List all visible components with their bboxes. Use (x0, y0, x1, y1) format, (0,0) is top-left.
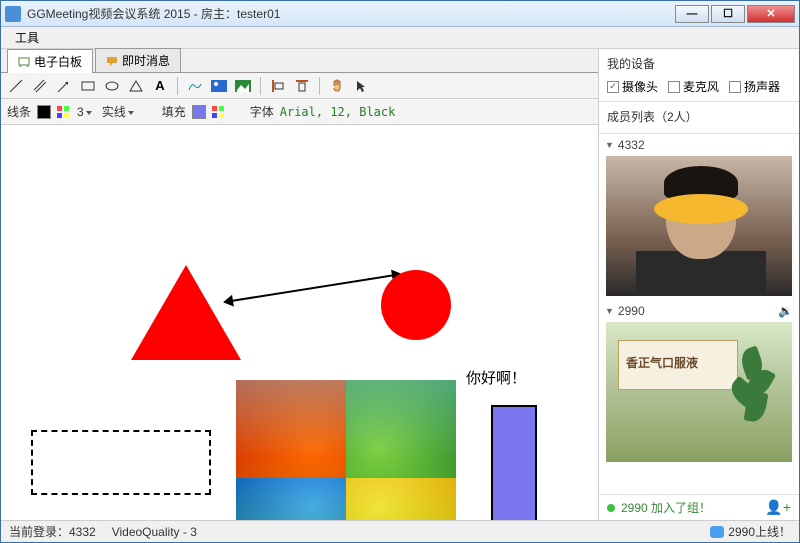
video-feed-2[interactable]: 香正气口服液 (606, 322, 792, 462)
separator (260, 77, 261, 95)
tab-whiteboard-label: 电子白板 (34, 53, 82, 70)
line-style-dropdown[interactable]: 实线 (100, 103, 136, 120)
fill-label: 填充 (162, 103, 186, 120)
member-row-1[interactable]: ▼ 4332 (599, 134, 799, 156)
tool-arrow[interactable] (55, 77, 73, 95)
whiteboard-icon (18, 56, 30, 68)
mic-indicator-icon: 🔉 (778, 304, 793, 318)
tool-hand[interactable] (328, 77, 346, 95)
tab-whiteboard[interactable]: 电子白板 (7, 49, 93, 73)
app-icon (5, 6, 21, 22)
collapse-icon: ▼ (605, 140, 614, 150)
text-hello[interactable]: 你好啊！ (466, 367, 526, 388)
tool-image-blue[interactable] (210, 77, 228, 95)
tool-ellipse[interactable] (103, 77, 121, 95)
menubar: 工具 (1, 27, 799, 49)
status-login: 当前登录：4332 (9, 523, 96, 540)
titlebar-text: GGMeeting视频会议系统 2015 - 房主：tester01 (27, 5, 673, 22)
left-pane: 电子白板 即时消息 A (1, 49, 599, 520)
separator (177, 77, 178, 95)
toolbar-shapes: A (1, 73, 598, 99)
maximize-button[interactable]: ☐ (711, 5, 745, 23)
tool-align-left[interactable] (269, 77, 287, 95)
members-section-header: 成员列表（2人） (599, 102, 799, 134)
font-label: 字体 (250, 103, 274, 120)
tool-pointer[interactable] (352, 77, 370, 95)
shape-arrow[interactable] (231, 274, 394, 302)
separator (319, 77, 320, 95)
toolbar-style: 线条 3 实线 填充 字体 Arial, 12, Black (1, 99, 598, 125)
tool-triangle[interactable] (127, 77, 145, 95)
fill-color-swatch[interactable] (192, 105, 206, 119)
tab-chat-label: 即时消息 (122, 52, 170, 69)
add-user-icon[interactable]: 👤+ (765, 499, 791, 516)
shape-filled-rect[interactable] (491, 405, 537, 520)
video2-box-text: 香正气口服液 (626, 354, 698, 371)
tool-line[interactable] (7, 77, 25, 95)
devices-section: 我的设备 ✓摄像头 麦克风 扬声器 (599, 49, 799, 102)
member-row-2[interactable]: ▼ 2990 🔉 (599, 300, 799, 322)
fill-grid-icon[interactable] (212, 106, 224, 118)
line-width-dropdown[interactable]: 3 (75, 105, 94, 119)
tool-align-top[interactable] (293, 77, 311, 95)
notify-join-text: 2990 加入了组！ (621, 499, 711, 516)
line-grid-icon[interactable] (57, 106, 69, 118)
image-windows-logo[interactable] (236, 380, 456, 520)
line-label: 线条 (7, 103, 31, 120)
status-video-quality: VideoQuality - 3 (112, 525, 197, 539)
titlebar[interactable]: GGMeeting视频会议系统 2015 - 房主：tester01 — ☐ ✕ (1, 1, 799, 27)
tool-freehand[interactable] (186, 77, 204, 95)
devices-title: 我的设备 (607, 55, 791, 72)
member-name: 2990 (618, 304, 645, 318)
tool-image-green[interactable] (234, 77, 252, 95)
members-title: 成员列表（2人） (607, 108, 791, 125)
status-dot-icon (607, 504, 615, 512)
checkbox-speaker[interactable]: 扬声器 (729, 78, 780, 95)
tool-rect[interactable] (79, 77, 97, 95)
chat-icon (106, 55, 118, 67)
status-online: 2990上线！ (728, 523, 791, 540)
chat-bubble-icon (710, 526, 724, 538)
shape-dashed-rect[interactable] (31, 430, 211, 495)
member-name: 4332 (618, 138, 645, 152)
close-button[interactable]: ✕ (747, 5, 795, 23)
shape-triangle[interactable] (131, 265, 241, 360)
tool-text[interactable]: A (151, 77, 169, 95)
tab-strip: 电子白板 即时消息 (1, 49, 598, 73)
whiteboard-canvas[interactable]: 你好啊！ (1, 125, 598, 520)
body: 电子白板 即时消息 A (1, 49, 799, 520)
checkbox-camera[interactable]: ✓摄像头 (607, 78, 658, 95)
right-pane: 我的设备 ✓摄像头 麦克风 扬声器 成员列表（2人） ▼ 4332 ▼ 2990 (599, 49, 799, 520)
checkbox-mic[interactable]: 麦克风 (668, 78, 719, 95)
minimize-button[interactable]: — (675, 5, 709, 23)
menu-tools[interactable]: 工具 (7, 27, 47, 48)
tab-chat[interactable]: 即时消息 (95, 48, 181, 72)
notify-join: 2990 加入了组！ 👤+ (599, 494, 799, 520)
font-value[interactable]: Arial, 12, Black (280, 105, 396, 119)
shape-circle[interactable] (381, 270, 451, 340)
video-feed-1[interactable] (606, 156, 792, 296)
line-color-swatch[interactable] (37, 105, 51, 119)
tool-double-line[interactable] (31, 77, 49, 95)
collapse-icon: ▼ (605, 306, 614, 316)
statusbar: 当前登录：4332 VideoQuality - 3 2990上线！ (1, 520, 799, 542)
app-window: GGMeeting视频会议系统 2015 - 房主：tester01 — ☐ ✕… (0, 0, 800, 543)
